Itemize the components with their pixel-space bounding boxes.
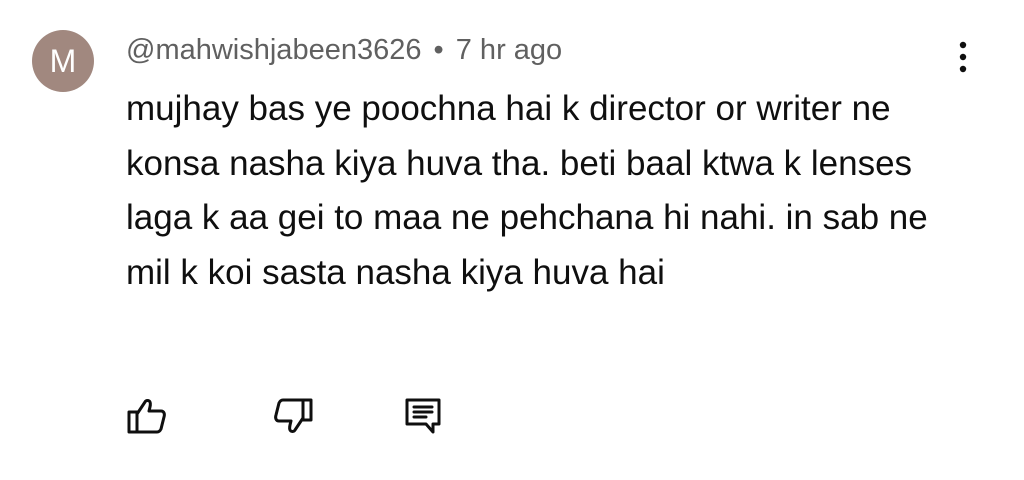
thumb-down-icon xyxy=(268,392,316,440)
reply-button[interactable] xyxy=(399,392,447,440)
avatar-initial: M xyxy=(49,43,77,79)
comment-timestamp: 7 hr ago xyxy=(455,34,563,66)
more-vert-icon xyxy=(945,38,981,78)
more-options-button[interactable] xyxy=(945,38,981,78)
comment-text: mujhay bas ye poochna hai k director or … xyxy=(126,89,928,292)
thumb-up-icon xyxy=(124,392,172,440)
like-button[interactable] xyxy=(124,392,172,440)
comment-header: @mahwishjabeen3626 • 7 hr ago xyxy=(126,30,562,70)
comment-reply-icon xyxy=(399,392,447,440)
dislike-button[interactable] xyxy=(268,392,316,440)
comment-item: M @mahwishjabeen3626 • 7 hr ago mujhay b… xyxy=(0,0,1024,480)
avatar[interactable]: M xyxy=(32,30,94,92)
author-name[interactable]: @mahwishjabeen3626 xyxy=(126,34,421,66)
comment-actions xyxy=(0,392,1024,440)
meta-separator: • xyxy=(433,34,444,66)
